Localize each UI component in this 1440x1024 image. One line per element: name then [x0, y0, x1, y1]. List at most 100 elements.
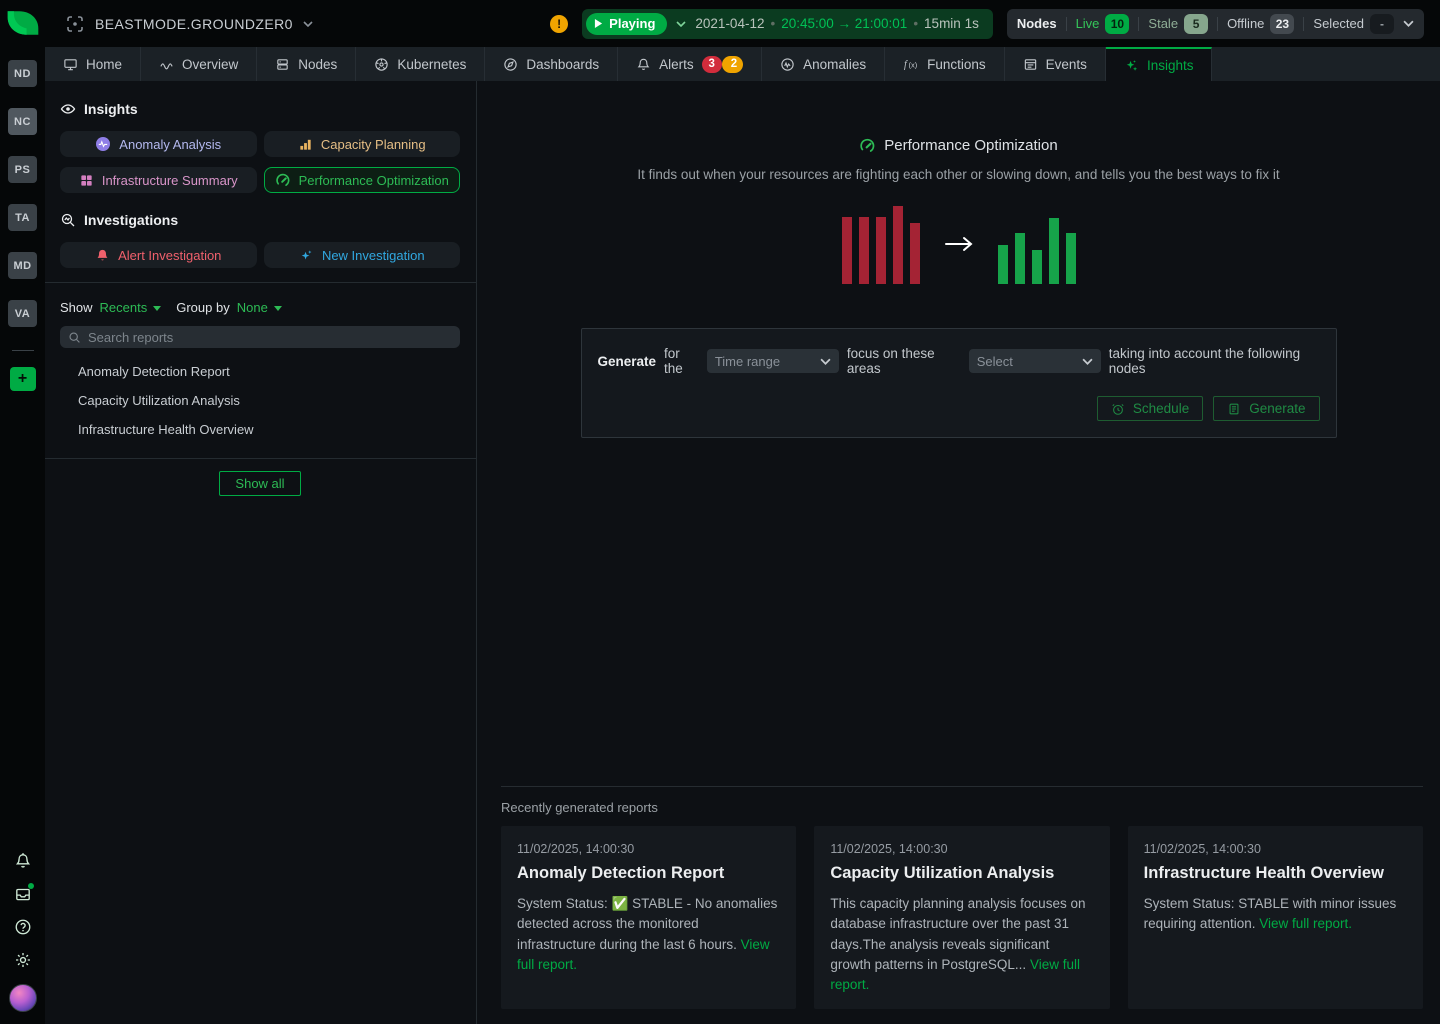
tab-label: Nodes	[298, 57, 337, 72]
app-window: ND NC PS TA MD VA +	[0, 0, 1440, 1024]
space-item-nc[interactable]: NC	[8, 108, 37, 135]
netdata-logo-icon	[5, 6, 41, 40]
space-item-va[interactable]: VA	[8, 300, 37, 327]
page-subtitle: It finds out when your resources are fig…	[477, 167, 1440, 182]
schedule-button[interactable]: Schedule	[1097, 396, 1203, 421]
new-investigation-button[interactable]: New Investigation	[264, 242, 461, 268]
settings-gear-icon[interactable]	[14, 951, 32, 969]
selected-count-badge: -	[1370, 14, 1394, 34]
time-range-placeholder: Time range	[715, 354, 780, 369]
for-the-text: for the	[664, 346, 699, 376]
alerts-warning-badge: 2	[722, 56, 743, 73]
space-item-ps[interactable]: PS	[8, 156, 37, 183]
chevron-down-icon	[820, 358, 831, 365]
tab-insights[interactable]: Insights	[1106, 47, 1213, 81]
report-card: 11/02/2025, 14:00:30 Infrastructure Heal…	[1128, 826, 1423, 1009]
bell-icon	[636, 57, 651, 72]
tab-events[interactable]: Events	[1005, 47, 1106, 81]
group-by-value: None	[237, 300, 268, 315]
tab-label: Anomalies	[803, 57, 866, 72]
tab-overview[interactable]: Overview	[141, 47, 257, 81]
offline-nodes: Offline 23	[1227, 14, 1294, 34]
warning-icon[interactable]: !	[550, 15, 568, 33]
live-nodes: Live 10	[1076, 14, 1130, 34]
stale-label: Stale	[1148, 16, 1178, 31]
report-title: Infrastructure Health Overview	[1144, 864, 1407, 883]
search-reports-input[interactable]	[88, 330, 452, 345]
infrastructure-summary-button[interactable]: Infrastructure Summary	[60, 167, 257, 193]
search-reports-box[interactable]	[60, 326, 460, 348]
investigate-magnifier-icon	[60, 212, 76, 228]
selected-nodes: Selected -	[1313, 14, 1394, 34]
server-icon	[275, 57, 290, 72]
notifications-bell-icon[interactable]	[14, 852, 32, 870]
tab-home[interactable]: Home	[45, 47, 141, 81]
tab-nodes[interactable]: Nodes	[257, 47, 356, 81]
show-all-wrap: Show all	[60, 459, 460, 508]
green-bar	[1032, 250, 1042, 284]
insights-sidebar: Insights Anomaly Analysis Capacity Plann…	[45, 81, 477, 1024]
space-item-nd[interactable]: ND	[8, 60, 37, 87]
anomaly-pulse-icon	[95, 136, 111, 152]
show-all-button[interactable]: Show all	[219, 471, 300, 496]
generate-button[interactable]: Generate	[1213, 396, 1319, 421]
user-avatar[interactable]	[9, 984, 37, 1012]
help-icon[interactable]	[14, 918, 32, 936]
divider	[1066, 17, 1067, 31]
play-icon	[594, 19, 603, 28]
overview-waves-icon	[159, 57, 174, 72]
tab-anomalies[interactable]: Anomalies	[762, 47, 885, 81]
optimization-illustration	[477, 204, 1440, 284]
report-list-item[interactable]: Infrastructure Health Overview	[60, 415, 460, 444]
view-full-report-link[interactable]: View full report.	[1259, 916, 1352, 931]
report-list-item[interactable]: Capacity Utilization Analysis	[60, 386, 460, 415]
add-space-button[interactable]: +	[10, 367, 36, 391]
report-list-item[interactable]: Anomaly Detection Report	[60, 357, 460, 386]
space-item-ta[interactable]: TA	[8, 204, 37, 231]
tab-functions[interactable]: f(x) Functions	[885, 47, 1005, 81]
inbox-news-icon[interactable]	[14, 885, 32, 903]
green-bar	[1015, 233, 1025, 284]
tab-dashboards[interactable]: Dashboards	[485, 47, 618, 81]
time-range-select[interactable]: Time range	[707, 349, 839, 373]
tab-kubernetes[interactable]: Kubernetes	[356, 47, 485, 81]
topbar-right-group: ! Playing 2021-04-12 • 20:45:00 → 21:00:…	[550, 9, 1424, 39]
red-bar	[893, 206, 903, 284]
space-name: BEASTMODE.GROUNDZER0	[95, 16, 293, 32]
show-dropdown[interactable]: Recents	[100, 300, 162, 315]
playing-pill[interactable]: Playing	[586, 13, 667, 35]
space-item-md[interactable]: MD	[8, 252, 37, 279]
nodes-suffix-text: taking into account the following nodes	[1109, 346, 1320, 376]
playing-label: Playing	[609, 16, 655, 31]
list-filter-row: Show Recents Group by None	[60, 300, 460, 315]
content-area: Insights Anomaly Analysis Capacity Plann…	[45, 81, 1440, 1024]
time-range-picker[interactable]: Playing 2021-04-12 • 20:45:00 → 21:00:01…	[582, 9, 993, 39]
investigations-section-header: Investigations	[60, 212, 460, 228]
report-summary: This capacity planning analysis focuses …	[830, 894, 1093, 995]
capacity-planning-button[interactable]: Capacity Planning	[264, 131, 461, 157]
tab-label: Kubernetes	[397, 57, 466, 72]
nodes-status-dropdown[interactable]: Nodes Live 10 Stale 5 Offline 23	[1007, 9, 1424, 39]
page-title: Performance Optimization	[884, 137, 1057, 154]
anomaly-analysis-label: Anomaly Analysis	[119, 137, 221, 152]
chevron-down-icon	[303, 21, 313, 27]
caret-down-icon	[274, 306, 282, 311]
chevron-down-icon[interactable]	[1403, 20, 1414, 27]
gauge-icon	[275, 172, 291, 188]
group-by-dropdown[interactable]: None	[237, 300, 282, 315]
focus-areas-select[interactable]: Select	[969, 349, 1101, 373]
kubernetes-helm-icon	[374, 57, 389, 72]
grid-squares-icon	[79, 173, 94, 188]
performance-optimization-button[interactable]: Performance Optimization	[264, 167, 461, 193]
nodes-label: Nodes	[1017, 16, 1057, 31]
node-space-picker[interactable]: BEASTMODE.GROUNDZER0	[65, 14, 313, 34]
separator-dot: •	[770, 16, 775, 31]
chevron-down-icon[interactable]	[676, 21, 686, 27]
tab-alerts[interactable]: Alerts 3 2	[618, 47, 762, 81]
investigation-buttons-grid: Alert Investigation New Investigation	[60, 242, 460, 268]
schedule-label: Schedule	[1133, 401, 1189, 416]
alert-investigation-button[interactable]: Alert Investigation	[60, 242, 257, 268]
generate-word: Generate	[598, 354, 657, 369]
anomaly-analysis-button[interactable]: Anomaly Analysis	[60, 131, 257, 157]
red-bar	[842, 217, 852, 284]
